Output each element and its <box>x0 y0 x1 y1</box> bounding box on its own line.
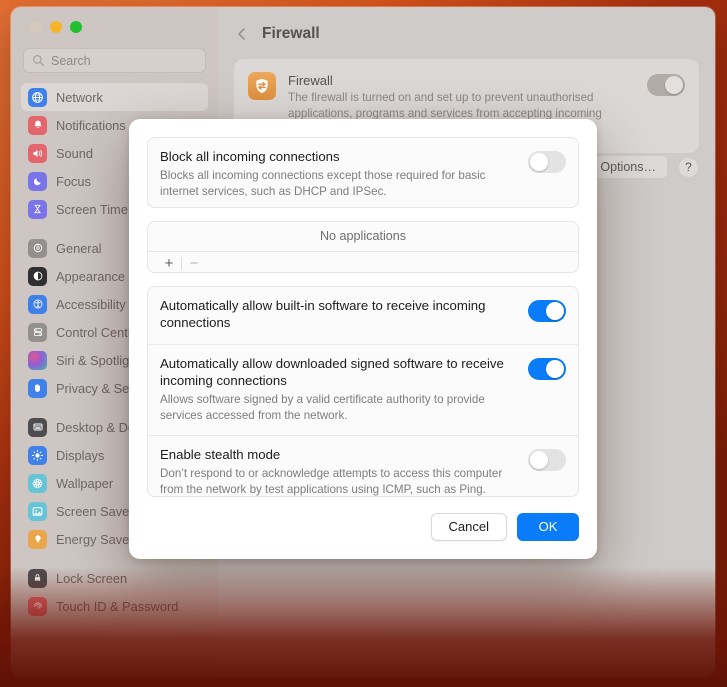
sidebar-item-label: Wallpaper <box>56 475 114 491</box>
allow-builtin-row: Automatically allow built-in software to… <box>148 287 578 344</box>
allow-signed-toggle[interactable] <box>528 357 566 380</box>
bell-icon <box>28 115 47 135</box>
sidebar-item-label: Touch ID & Password <box>56 598 179 614</box>
toggle-knob <box>665 76 683 94</box>
gear-icon <box>28 238 47 258</box>
block-all-title: Block all incoming connections <box>160 149 340 164</box>
screensaver-icon <box>28 501 47 521</box>
globe-icon <box>28 87 47 107</box>
back-chevron-icon[interactable] <box>236 28 248 40</box>
detail-header: Firewall <box>218 7 715 43</box>
close-button[interactable] <box>30 21 42 33</box>
allow-builtin-title: Automatically allow built-in software to… <box>160 298 486 331</box>
hourglass-icon <box>28 199 47 219</box>
toggle-knob <box>530 451 548 470</box>
sidebar-item-label: Notifications <box>56 117 126 133</box>
sliders-icon <box>28 322 47 342</box>
block-all-subtitle: Blocks all incoming connections except t… <box>160 168 486 198</box>
sidebar-item-label: Sound <box>56 145 94 161</box>
detail-action-buttons: Options… ? <box>588 155 699 179</box>
sidebar-item-label: Control Centre <box>56 324 140 340</box>
firewall-card-title: Firewall <box>288 73 333 88</box>
minimise-button[interactable] <box>50 21 62 33</box>
sidebar-item-label: Network <box>56 89 103 105</box>
moon-icon <box>28 171 47 191</box>
stealth-mode-subtitle: Don’t respond to or acknowledge attempts… <box>160 467 503 497</box>
stealth-mode-text: Enable stealth mode Don’t respond to or … <box>160 447 516 497</box>
brightness-icon <box>28 445 47 465</box>
sidebar-item-label: Focus <box>56 173 91 189</box>
stealth-mode-row: Enable stealth mode Don’t respond to or … <box>148 435 578 496</box>
sidebar-item-network[interactable]: Network <box>21 83 208 111</box>
allow-signed-text: Automatically allow downloaded signed so… <box>160 356 516 424</box>
window-traffic-lights <box>21 7 208 33</box>
add-application-button[interactable]: + <box>157 252 181 273</box>
cancel-button[interactable]: Cancel <box>430 512 507 542</box>
bulb-icon <box>28 529 47 549</box>
firewall-options-group: Automatically allow built-in software to… <box>147 286 579 497</box>
sidebar-item-label: Screen Saver <box>56 503 134 519</box>
remove-application-button[interactable]: − <box>182 252 206 273</box>
accessibility-icon <box>28 294 47 314</box>
search-input[interactable] <box>51 53 197 68</box>
search-icon <box>33 55 45 67</box>
block-all-group: Block all incoming connections Blocks al… <box>147 137 579 208</box>
block-all-toggle[interactable] <box>528 151 566 173</box>
sidebar-item-label: Appearance <box>56 268 126 284</box>
hand-icon <box>28 378 47 398</box>
siri-icon <box>28 350 47 370</box>
ok-button[interactable]: OK <box>517 512 579 542</box>
sidebar-item-touch-id-password[interactable]: Touch ID & Password <box>21 592 208 620</box>
applications-toolbar: + − <box>148 252 578 273</box>
toggle-knob <box>546 302 564 321</box>
speaker-icon <box>28 143 47 163</box>
sidebar-item-label: General <box>56 240 102 256</box>
allow-signed-title: Automatically allow downloaded signed so… <box>160 355 504 388</box>
lock-icon <box>28 568 47 588</box>
firewall-options-sheet: Block all incoming connections Blocks al… <box>129 119 597 559</box>
dock-icon <box>28 417 47 437</box>
sidebar-group: Lock Screen Touch ID & Password <box>21 564 208 620</box>
fingerprint-icon <box>28 596 47 616</box>
sidebar-item-label: Siri & Spotlight <box>56 352 140 368</box>
help-button[interactable]: ? <box>678 156 699 178</box>
allow-builtin-text: Automatically allow built-in software to… <box>160 298 516 332</box>
flower-icon <box>28 473 47 493</box>
maximise-button[interactable] <box>70 21 82 33</box>
sidebar-item-label: Displays <box>56 447 105 463</box>
sidebar-item-label: Lock Screen <box>56 570 128 586</box>
toggle-knob <box>530 153 548 171</box>
allow-signed-subtitle: Allows software signed by a valid certif… <box>160 392 485 422</box>
sidebar-item-lock-screen[interactable]: Lock Screen <box>21 564 208 592</box>
sheet-footer: Cancel OK <box>147 497 579 559</box>
block-all-text: Block all incoming connections Blocks al… <box>160 149 516 200</box>
sidebar-item-label: Accessibility <box>56 296 126 312</box>
desktop-wallpaper: Network Notifications Sound <box>0 0 727 687</box>
firewall-shield-icon <box>248 72 276 100</box>
options-button[interactable]: Options… <box>588 155 668 179</box>
allow-builtin-toggle[interactable] <box>528 300 566 323</box>
search-field[interactable] <box>23 48 206 73</box>
sidebar-item-label: Energy Saver <box>56 531 134 547</box>
sidebar-item-label: Screen Time <box>56 201 128 217</box>
allowed-applications-list: No applications + − <box>147 220 579 274</box>
page-title: Firewall <box>262 25 320 42</box>
toggle-knob <box>546 359 564 378</box>
contrast-icon <box>28 266 47 286</box>
stealth-mode-toggle[interactable] <box>528 449 566 472</box>
firewall-master-toggle[interactable] <box>647 74 685 96</box>
allow-signed-row: Automatically allow downloaded signed so… <box>148 343 578 436</box>
stealth-mode-title: Enable stealth mode <box>160 447 281 463</box>
block-all-row: Block all incoming connections Blocks al… <box>148 138 578 207</box>
applications-empty-message: No applications <box>148 222 578 252</box>
